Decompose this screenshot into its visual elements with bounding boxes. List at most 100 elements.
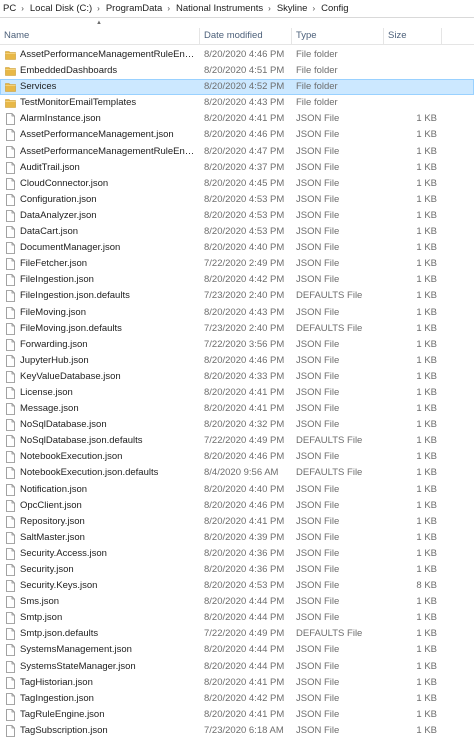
- file-icon: [5, 322, 16, 335]
- file-row[interactable]: CloudConnector.json 8/20/2020 4:45 PM JSON…: [0, 176, 474, 192]
- column-header-type[interactable]: Type: [292, 28, 384, 44]
- file-row[interactable]: NoSqlDatabase.json 8/20/2020 4:32 PM JSON …: [0, 417, 474, 433]
- file-row[interactable]: TagSubscription.json 7/23/2020 6:18 AM JSO…: [0, 723, 474, 739]
- breadcrumb-item-skyline[interactable]: Skyline: [274, 3, 310, 14]
- file-type: JSON File: [296, 612, 340, 624]
- file-date-modified: 8/20/2020 4:42 PM: [204, 692, 285, 704]
- file-size: 1 KB: [416, 129, 437, 141]
- file-icon: [5, 193, 16, 206]
- file-size: 1 KB: [416, 564, 437, 575]
- file-size: 1 KB: [416, 499, 437, 511]
- file-type: JSON File: [296, 354, 340, 366]
- file-row[interactable]: FileIngestion.json 8/20/2020 4:42 PM JSON …: [0, 272, 474, 288]
- file-row[interactable]: OpcClient.json 8/20/2020 4:46 PM JSON File…: [0, 498, 474, 514]
- file-date-modified: 8/20/2020 4:41 PM: [204, 515, 285, 527]
- file-date-modified: 7/22/2020 2:49 PM: [204, 258, 285, 270]
- file-row[interactable]: AssetPerformanceManagement.json 8/20/2020…: [0, 127, 474, 143]
- file-row[interactable]: Security.Keys.json 8/20/2020 4:53 PM JSON …: [0, 578, 474, 594]
- file-row[interactable]: NotebookExecution.json.defaults 8/4/2020 …: [0, 465, 474, 481]
- chevron-right-icon[interactable]: ›: [18, 4, 27, 13]
- file-row[interactable]: FileMoving.json.defaults 7/23/2020 2:40 P…: [0, 321, 474, 337]
- file-row[interactable]: Notification.json 8/20/2020 4:40 PM JSON F…: [0, 482, 474, 498]
- file-row[interactable]: Forwarding.json 7/22/2020 3:56 PM JSON Fil…: [0, 337, 474, 353]
- file-row[interactable]: License.json 8/20/2020 4:41 PM JSON File 1 …: [0, 385, 474, 401]
- file-name: Repository.json: [20, 515, 85, 527]
- file-row[interactable]: JupyterHub.json 8/20/2020 4:46 PM JSON Fil…: [0, 353, 474, 369]
- file-icon: [5, 692, 16, 705]
- file-date-modified: 8/20/2020 4:42 PM: [204, 274, 285, 286]
- chevron-right-icon[interactable]: ›: [309, 4, 318, 13]
- file-row[interactable]: Smtp.json 8/20/2020 4:44 PM JSON File 1 KB: [0, 610, 474, 626]
- file-name: TestMonitorEmailTemplates: [20, 97, 137, 109]
- file-row[interactable]: TagRuleEngine.json 8/20/2020 4:41 PM JSON …: [0, 707, 474, 723]
- file-size: 1 KB: [416, 354, 437, 366]
- folder-icon: [5, 49, 16, 61]
- file-icon: [5, 467, 16, 480]
- file-date-modified: 8/20/2020 4:53 PM: [204, 580, 285, 592]
- file-icon: [5, 419, 16, 432]
- file-row[interactable]: AssetPerformanceManagementRuleEngine 8/20…: [0, 47, 474, 63]
- file-size: 1 KB: [416, 370, 437, 382]
- file-row[interactable]: AlarmInstance.json 8/20/2020 4:41 PM JSON …: [0, 111, 474, 127]
- file-row[interactable]: NoSqlDatabase.json.defaults 7/22/2020 4:4…: [0, 433, 474, 449]
- file-row[interactable]: Sms.json 8/20/2020 4:44 PM JSON File 1 KB: [0, 594, 474, 610]
- file-type: JSON File: [296, 660, 340, 672]
- file-row[interactable]: AssetPerformanceManagementRuleEngi... 8/2…: [0, 144, 474, 160]
- file-row[interactable]: FileMoving.json 8/20/2020 4:43 PM JSON Fil…: [0, 305, 474, 321]
- file-date-modified: 8/4/2020 9:56 AM: [204, 467, 279, 479]
- breadcrumb-item-pc[interactable]: PC: [0, 3, 18, 14]
- file-type: DEFAULTS File: [296, 467, 363, 479]
- file-size: 1 KB: [416, 177, 437, 189]
- file-row[interactable]: SaltMaster.json 8/20/2020 4:39 PM JSON Fil…: [0, 530, 474, 546]
- breadcrumb-item-config[interactable]: Config: [318, 3, 350, 14]
- file-icon: [5, 628, 16, 641]
- file-row[interactable]: Services 8/20/2020 4:52 PM File folder: [0, 79, 474, 96]
- file-type: JSON File: [296, 403, 340, 415]
- file-row[interactable]: EmbeddedDashboards 8/20/2020 4:51 PM File …: [0, 63, 474, 79]
- file-name: Configuration.json: [20, 193, 97, 205]
- file-row[interactable]: TagHistorian.json 8/20/2020 4:41 PM JSON F…: [0, 675, 474, 691]
- file-row[interactable]: Message.json 8/20/2020 4:41 PM JSON File 1 …: [0, 401, 474, 417]
- column-header-name[interactable]: Name: [0, 28, 200, 44]
- file-size: 1 KB: [416, 531, 437, 543]
- file-row[interactable]: TestMonitorEmailTemplates 8/20/2020 4:43 …: [0, 95, 474, 111]
- file-type: JSON File: [296, 580, 340, 592]
- file-type: JSON File: [296, 177, 340, 189]
- file-type: JSON File: [296, 419, 340, 431]
- file-row[interactable]: DataAnalyzer.json 8/20/2020 4:53 PM JSON F…: [0, 208, 474, 224]
- file-size: 1 KB: [416, 226, 437, 238]
- file-row[interactable]: Smtp.json.defaults 7/22/2020 4:49 PM DEFAU…: [0, 626, 474, 642]
- file-row[interactable]: Repository.json 8/20/2020 4:41 PM JSON Fil…: [0, 514, 474, 530]
- column-header-date-modified[interactable]: Date modified: [200, 28, 292, 44]
- file-name: EmbeddedDashboards: [20, 65, 118, 77]
- chevron-right-icon[interactable]: ›: [265, 4, 274, 13]
- breadcrumb-item-local-disk[interactable]: Local Disk (C:): [27, 3, 94, 14]
- breadcrumb-item-national-instruments[interactable]: National Instruments: [173, 3, 265, 14]
- file-row[interactable]: FileIngestion.json.defaults 7/23/2020 2:4…: [0, 288, 474, 304]
- file-row[interactable]: Configuration.json 8/20/2020 4:53 PM JSON …: [0, 192, 474, 208]
- file-icon: [5, 564, 16, 576]
- file-row[interactable]: DataCart.json 8/20/2020 4:53 PM JSON File 1…: [0, 224, 474, 240]
- file-row[interactable]: TagIngestion.json 8/20/2020 4:42 PM JSON F…: [0, 691, 474, 707]
- file-name: Smtp.json: [20, 612, 63, 624]
- column-header-size[interactable]: Size: [384, 28, 442, 44]
- breadcrumb-item-programdata[interactable]: ProgramData: [103, 3, 165, 14]
- file-type: JSON File: [296, 676, 340, 688]
- file-row[interactable]: NotebookExecution.json 8/20/2020 4:46 PM J…: [0, 449, 474, 465]
- file-row[interactable]: SystemsStateManager.json 8/20/2020 4:44 P…: [0, 659, 474, 675]
- file-row[interactable]: AuditTrail.json 8/20/2020 4:37 PM JSON Fil…: [0, 160, 474, 176]
- file-name: FileFetcher.json: [20, 258, 88, 270]
- file-icon: [5, 483, 16, 496]
- chevron-right-icon[interactable]: ›: [164, 4, 173, 13]
- file-name: FileIngestion.json: [20, 274, 94, 286]
- file-row[interactable]: KeyValueDatabase.json 8/20/2020 4:33 PM JS…: [0, 369, 474, 385]
- file-size: 1 KB: [416, 386, 437, 398]
- file-row[interactable]: Security.Access.json 8/20/2020 4:36 PM JSO…: [0, 546, 474, 562]
- file-row[interactable]: Security.json 8/20/2020 4:36 PM JSON File 1…: [0, 562, 474, 578]
- file-row[interactable]: DocumentManager.json 8/20/2020 4:40 PM JSO…: [0, 240, 474, 256]
- chevron-right-icon[interactable]: ›: [94, 4, 103, 13]
- file-icon: [5, 708, 16, 721]
- file-row[interactable]: SystemsManagement.json 8/20/2020 4:44 PM J…: [0, 642, 474, 658]
- file-row[interactable]: FileFetcher.json 7/22/2020 2:49 PM JSON Fi…: [0, 256, 474, 272]
- file-size: 1 KB: [416, 322, 437, 334]
